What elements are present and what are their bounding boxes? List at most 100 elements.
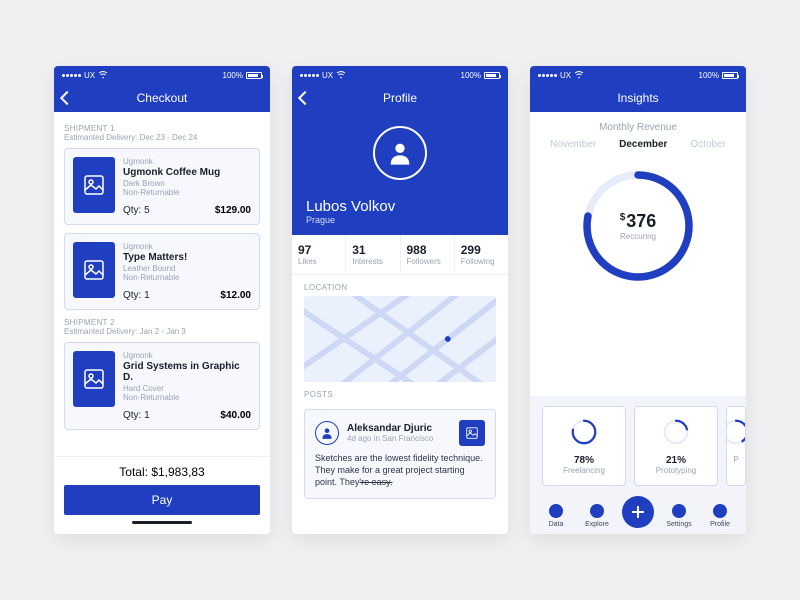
month-selector[interactable]: November December October bbox=[530, 133, 746, 150]
category-card-prototyping[interactable]: 21% Prototyping bbox=[634, 406, 718, 486]
avatar[interactable] bbox=[373, 126, 427, 180]
tab-bar: Data Explore Settings Profile bbox=[530, 486, 746, 534]
cart-item[interactable]: Ugmonk Grid Systems in Graphic D. Hard C… bbox=[64, 342, 260, 430]
stat-likes[interactable]: 97Likes bbox=[292, 235, 346, 274]
tab-settings[interactable]: Settings bbox=[661, 504, 697, 528]
total-label: Total: $1,983,83 bbox=[64, 465, 260, 479]
stat-interests[interactable]: 31Interests bbox=[346, 235, 400, 274]
wifi-icon bbox=[574, 71, 584, 79]
section-posts: POSTS bbox=[292, 382, 508, 403]
home-indicator[interactable] bbox=[132, 521, 192, 524]
product-title: Ugmonk Coffee Mug bbox=[123, 167, 251, 178]
insights-body: Monthly Revenue November December Octobe… bbox=[530, 112, 746, 534]
status-bar: UX 100% bbox=[292, 66, 508, 84]
post-body: Sketches are the lowest fidelity techniq… bbox=[315, 452, 485, 488]
price-label: $129.00 bbox=[215, 205, 251, 216]
shipment-eta: Estimanted Delivery: Jan 2 - Jan 3 bbox=[64, 327, 260, 336]
image-icon bbox=[465, 426, 479, 440]
stat-value: 988 bbox=[407, 243, 448, 257]
shipment-header: SHIPMENT 1 bbox=[64, 124, 260, 133]
map-preview[interactable] bbox=[304, 296, 496, 382]
profile-name: Lubos Volkov bbox=[306, 198, 395, 215]
dot-icon bbox=[549, 504, 563, 518]
shipment-eta: Estimanted Delivery: Dec 23 - Dec 24 bbox=[64, 133, 260, 142]
dot-icon bbox=[713, 504, 727, 518]
post-card[interactable]: Aleksandar Djuric 4d ago in San Francisc… bbox=[304, 409, 496, 499]
product-thumb bbox=[73, 242, 115, 298]
battery-icon bbox=[484, 72, 500, 79]
product-thumb bbox=[73, 157, 115, 213]
qty-label: Qty: 1 bbox=[123, 410, 150, 421]
category-card-freelancing[interactable]: 78% Freelancing bbox=[542, 406, 626, 486]
product-return-policy: Non-Returnable bbox=[123, 188, 251, 197]
wifi-icon bbox=[336, 71, 346, 79]
nav-bar: Checkout bbox=[54, 84, 270, 112]
signal-dots-icon bbox=[300, 74, 319, 77]
stat-followers[interactable]: 988Followers bbox=[401, 235, 455, 274]
battery-pct: 100% bbox=[699, 71, 719, 80]
page-title: Insights bbox=[617, 91, 658, 105]
nav-bar: Profile bbox=[292, 84, 508, 112]
battery-pct: 100% bbox=[461, 71, 481, 80]
back-chevron-icon[interactable] bbox=[298, 91, 312, 105]
section-title: Monthly Revenue bbox=[530, 122, 746, 133]
post-body-text: Sketches are the lowest fidelity techniq… bbox=[315, 453, 483, 487]
nav-bar: Insights bbox=[530, 84, 746, 112]
image-icon bbox=[82, 173, 106, 197]
product-variant: Leather Bound bbox=[123, 264, 251, 273]
gauge-label: Reccuring bbox=[620, 232, 656, 241]
section-location: LOCATION bbox=[292, 275, 508, 296]
month-current[interactable]: December bbox=[619, 139, 667, 150]
signal-dots-icon bbox=[62, 74, 81, 77]
price-label: $12.00 bbox=[220, 290, 251, 301]
stat-value: 299 bbox=[461, 243, 502, 257]
map-icon bbox=[304, 296, 496, 382]
product-thumb bbox=[73, 351, 115, 407]
signal-dots-icon bbox=[538, 74, 557, 77]
cart-item[interactable]: Ugmonk Type Matters! Leather Bound Non-R… bbox=[64, 233, 260, 310]
phone-checkout: UX 100% Checkout SHIPMENT 1 Estimanted D… bbox=[54, 66, 270, 534]
back-chevron-icon[interactable] bbox=[60, 91, 74, 105]
checkout-footer: Total: $1,983,83 Pay bbox=[54, 456, 270, 534]
category-label: Prototyping bbox=[656, 466, 696, 475]
revenue-gauge: $376 Reccuring bbox=[578, 166, 698, 286]
product-title: Type Matters! bbox=[123, 252, 251, 263]
product-return-policy: Non-Returnable bbox=[123, 273, 251, 282]
category-cards[interactable]: 78% Freelancing 21% Prototyping P bbox=[530, 396, 746, 486]
gauge-value: $376 bbox=[620, 211, 657, 232]
battery-icon bbox=[722, 72, 738, 79]
stat-following[interactable]: 299Following bbox=[455, 235, 508, 274]
product-variant: Dark Brown bbox=[123, 179, 251, 188]
carrier-label: UX bbox=[560, 71, 571, 80]
stat-value: 97 bbox=[298, 243, 339, 257]
tab-data[interactable]: Data bbox=[538, 504, 574, 528]
dot-icon bbox=[672, 504, 686, 518]
cart-item[interactable]: Ugmonk Ugmonk Coffee Mug Dark Brown Non-… bbox=[64, 148, 260, 225]
category-pct: 21% bbox=[666, 455, 686, 466]
shipment-header: SHIPMENT 2 bbox=[64, 318, 260, 327]
tab-label: Profile bbox=[710, 521, 730, 528]
stat-label: Following bbox=[461, 257, 502, 266]
currency-symbol: $ bbox=[620, 212, 626, 223]
tab-explore[interactable]: Explore bbox=[579, 504, 615, 528]
profile-city: Prague bbox=[306, 215, 335, 225]
month-next[interactable]: October bbox=[690, 139, 726, 150]
price-label: $40.00 bbox=[220, 410, 251, 421]
post-thumb bbox=[459, 420, 485, 446]
carrier-label: UX bbox=[322, 71, 333, 80]
tab-add[interactable] bbox=[620, 496, 656, 528]
user-icon bbox=[320, 426, 334, 440]
wifi-icon bbox=[98, 71, 108, 79]
brand-label: Ugmonk bbox=[123, 242, 251, 251]
month-prev[interactable]: November bbox=[550, 139, 596, 150]
carrier-label: UX bbox=[84, 71, 95, 80]
qty-label: Qty: 1 bbox=[123, 290, 150, 301]
stat-label: Followers bbox=[407, 257, 448, 266]
category-card-partial[interactable]: P bbox=[726, 406, 746, 486]
battery-icon bbox=[246, 72, 262, 79]
tab-profile[interactable]: Profile bbox=[702, 504, 738, 528]
tab-label: Settings bbox=[666, 521, 691, 528]
pay-button[interactable]: Pay bbox=[64, 485, 260, 515]
product-return-policy: Non-Returnable bbox=[123, 393, 251, 402]
stat-label: Likes bbox=[298, 257, 339, 266]
